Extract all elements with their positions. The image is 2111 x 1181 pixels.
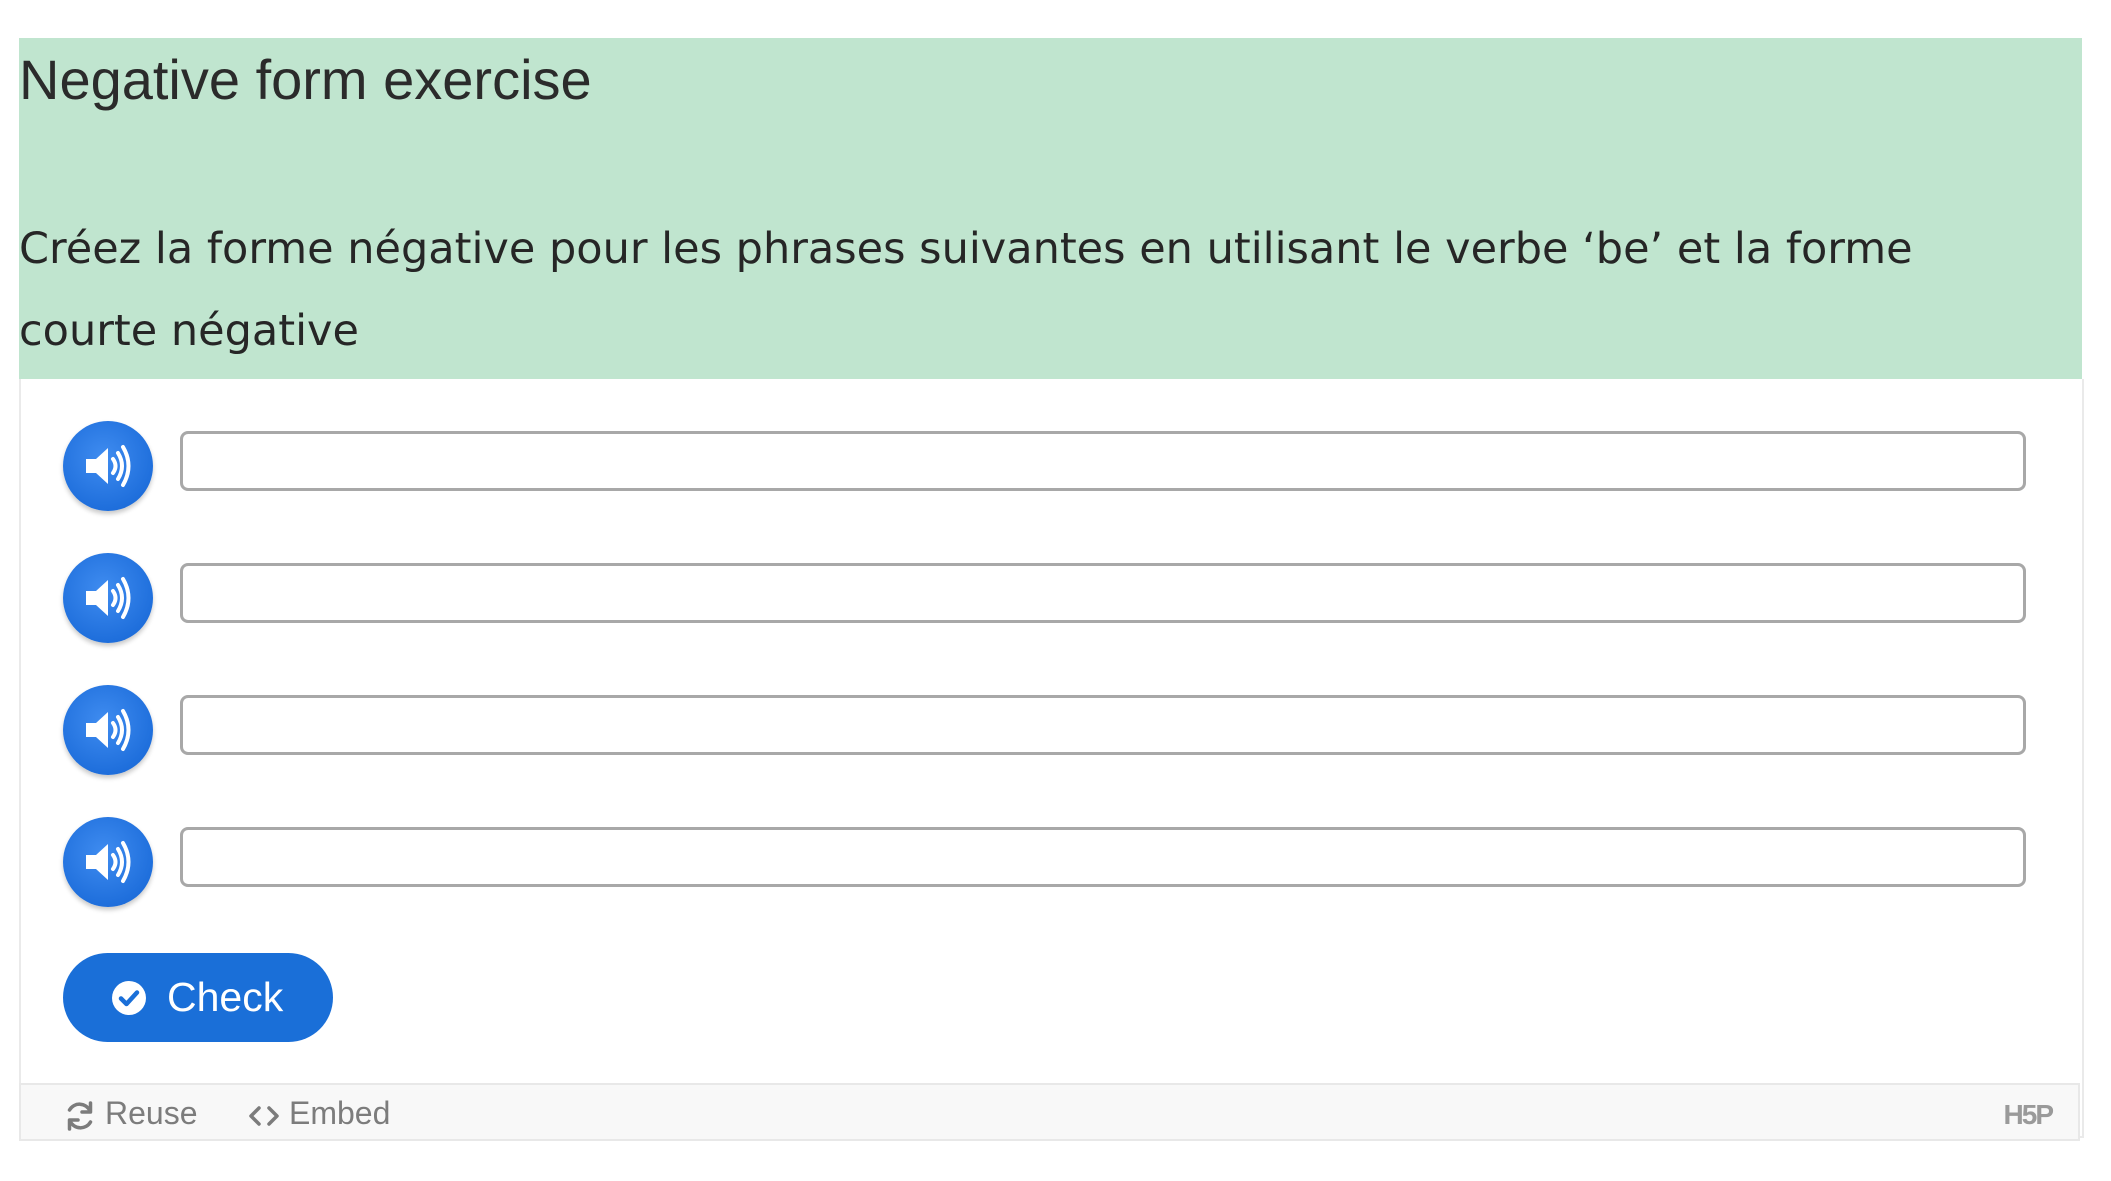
play-audio-button[interactable] (63, 685, 153, 775)
h5p-logo[interactable]: H5P (2004, 1099, 2054, 1131)
list-item (63, 817, 2043, 907)
list-item (63, 421, 2043, 511)
list-item (63, 553, 2043, 643)
play-audio-button[interactable] (63, 817, 153, 907)
exercise-header: Negative form exercise Créez la forme né… (19, 38, 2082, 379)
task-instructions: Créez la forme négative pour les phrases… (19, 224, 1913, 356)
answer-input[interactable] (180, 827, 2026, 887)
answer-input[interactable] (180, 431, 2026, 491)
reuse-label: Reuse (105, 1095, 198, 1131)
check-button[interactable]: Check (63, 953, 333, 1042)
speaker-icon (86, 577, 131, 619)
check-circle-icon (112, 981, 146, 1015)
play-audio-button[interactable] (63, 553, 153, 643)
answer-input[interactable] (180, 695, 2026, 755)
embed-button[interactable]: Embed (247, 1093, 390, 1133)
list-item (63, 685, 2043, 775)
reuse-button[interactable]: Reuse (63, 1093, 198, 1133)
content-footer: Reuse Embed H5P (19, 1083, 2080, 1141)
exercise-card: Check (19, 379, 2084, 1138)
embed-label: Embed (289, 1095, 391, 1131)
refresh-icon (67, 1100, 93, 1131)
check-button-label: Check (167, 974, 284, 1020)
play-audio-button[interactable] (63, 421, 153, 511)
code-icon (249, 1105, 279, 1126)
speaker-icon (86, 841, 131, 883)
speaker-icon (86, 445, 131, 487)
speaker-icon (86, 709, 131, 751)
page-title: Negative form exercise (19, 48, 592, 111)
answer-input[interactable] (180, 563, 2026, 623)
